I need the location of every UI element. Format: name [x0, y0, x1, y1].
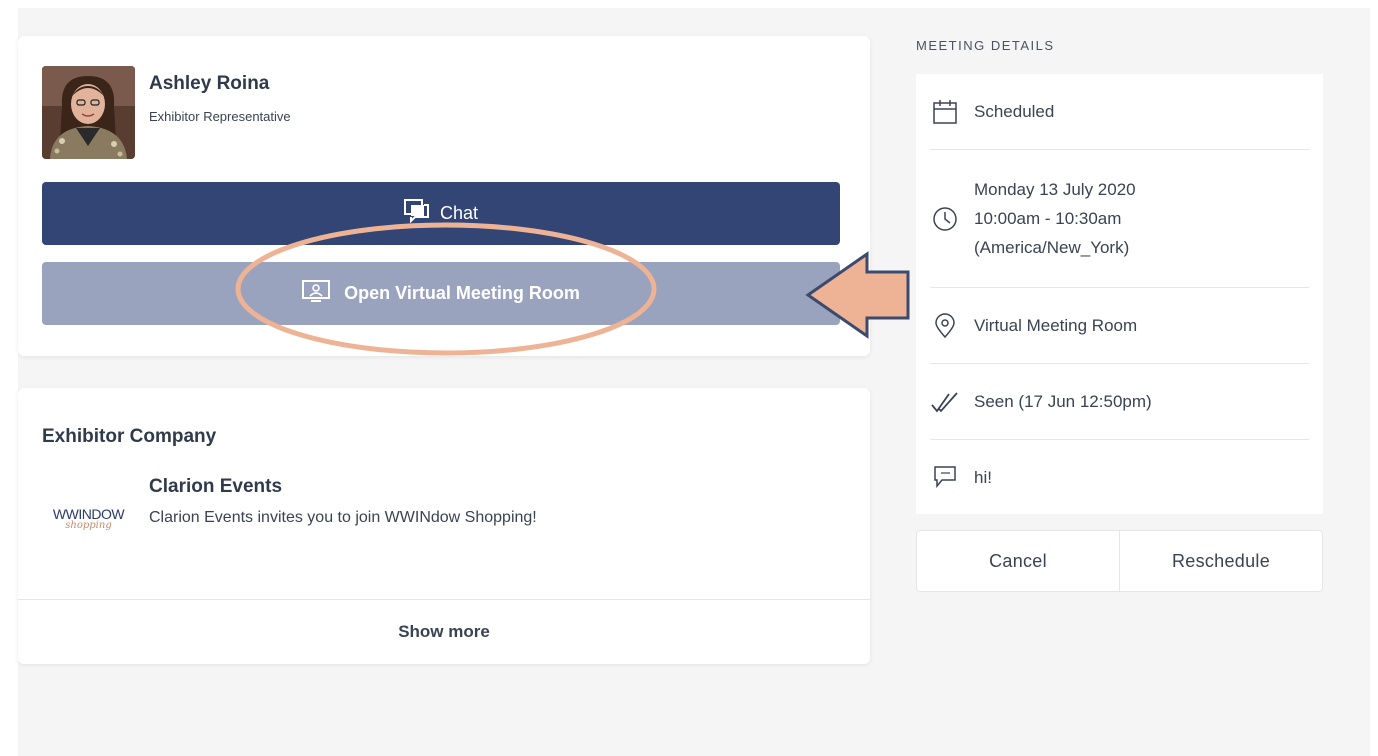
detail-seen-row: Seen (17 Jun 12:50pm) [930, 364, 1309, 440]
speech-bubble-icon [930, 462, 960, 492]
open-virtual-meeting-room-button[interactable]: Open Virtual Meeting Room [42, 262, 840, 325]
company-name: Clarion Events [149, 476, 283, 497]
representative-role: Exhibitor Representative [149, 109, 291, 124]
chat-button-label: Chat [439, 203, 479, 223]
detail-status-row: Scheduled [930, 74, 1309, 150]
detail-time-row: Monday 13 July 2020 10:00am - 10:30am (A… [930, 150, 1309, 288]
chat-icon [403, 199, 430, 228]
company-logo: WWINDOW shopping [42, 472, 135, 565]
meeting-message: hi! [974, 467, 992, 487]
meeting-timezone: (America/New_York) [974, 238, 1130, 257]
meeting-details-title: MEETING DETAILS [916, 38, 1055, 53]
detail-message-row: hi! [930, 440, 1309, 514]
company-logo-subtext: shopping [65, 520, 112, 531]
meeting-status: Scheduled [974, 102, 1055, 121]
representative-name: Ashley Roina [149, 73, 270, 94]
company-description: Clarion Events invites you to join WWINd… [149, 509, 537, 526]
double-check-icon [930, 387, 960, 417]
open-virtual-meeting-room-label: Open Virtual Meeting Room [344, 283, 580, 303]
calendar-icon [930, 97, 960, 127]
exhibitor-company-card: Exhibitor Company WWINDOW shopping Clari… [18, 388, 870, 664]
reschedule-button[interactable]: Reschedule [1119, 531, 1322, 591]
cancel-button[interactable]: Cancel [917, 531, 1119, 591]
meeting-time: 10:00am - 10:30am [974, 209, 1122, 228]
representative-card: Ashley Roina Exhibitor Representative Ch… [18, 36, 870, 356]
meeting-location: Virtual Meeting Room [974, 316, 1138, 335]
meeting-seen-status: Seen (17 Jun 12:50pm) [974, 392, 1152, 411]
meeting-details-panel: Scheduled Monday 13 July 2020 10:00am - … [916, 74, 1323, 514]
meeting-actions: Cancel Reschedule [916, 530, 1323, 592]
clock-icon [930, 204, 960, 234]
detail-location-row: Virtual Meeting Room [930, 288, 1309, 364]
company-section-heading: Exhibitor Company [42, 426, 217, 447]
avatar [42, 66, 135, 159]
chat-button[interactable]: Chat [42, 182, 840, 245]
meeting-date: Monday 13 July 2020 [974, 180, 1136, 199]
video-screen-icon [302, 280, 331, 307]
show-more-button[interactable]: Show more [18, 599, 870, 664]
location-pin-icon [930, 311, 960, 341]
